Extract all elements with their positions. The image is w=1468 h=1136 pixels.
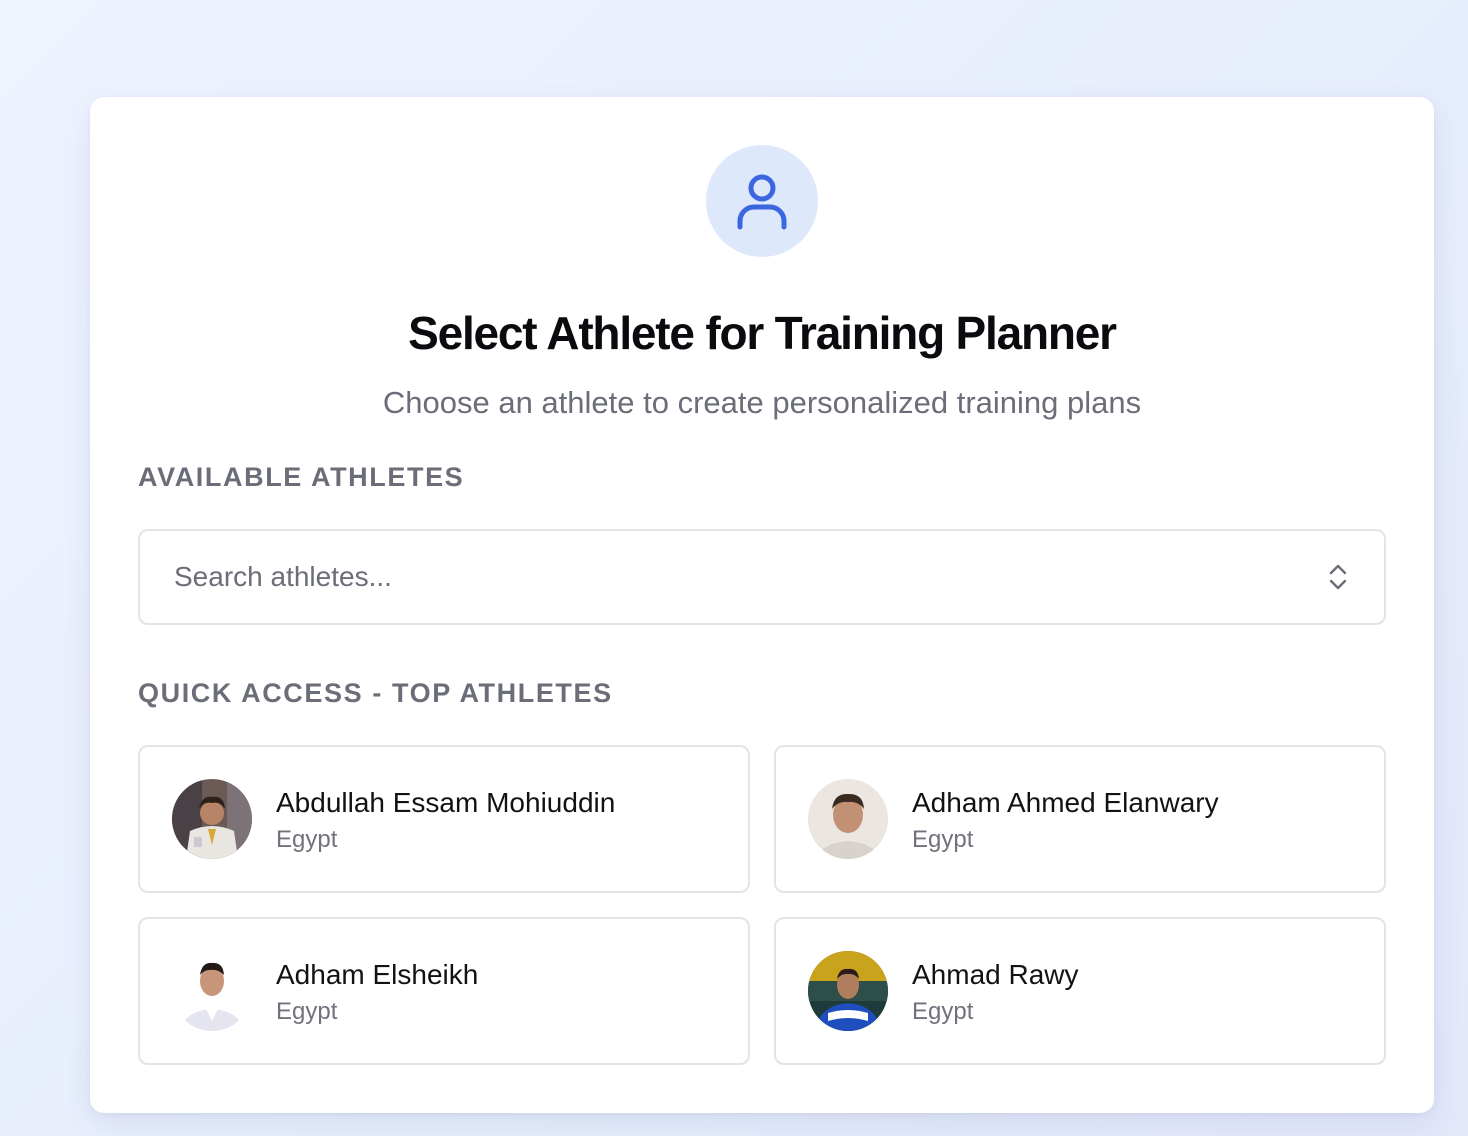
available-athletes-label: AVAILABLE ATHLETES — [138, 462, 465, 492]
athlete-card[interactable]: Adham Ahmed Elanwary Egypt — [774, 745, 1386, 893]
page-subtitle: Choose an athlete to create personalized… — [382, 385, 1142, 420]
athlete-card[interactable]: Abdullah Essam Mohiuddin Egypt — [138, 745, 750, 893]
avatar — [172, 779, 252, 859]
athlete-name: Abdullah Essam Mohiuddin — [276, 787, 616, 818]
athlete-card[interactable]: Adham Elsheikh Egypt — [138, 917, 750, 1065]
athlete-country: Egypt — [912, 998, 974, 1025]
avatar — [808, 951, 888, 1031]
athlete-country: Egypt — [276, 998, 338, 1025]
athlete-country: Egypt — [912, 826, 974, 853]
avatar — [172, 951, 252, 1031]
athlete-name: Ahmad Rawy — [912, 959, 1079, 990]
athlete-name: Adham Ahmed Elanwary — [912, 787, 1219, 818]
page-title: Select Athlete for Training Planner — [408, 307, 1117, 359]
athlete-country: Egypt — [276, 826, 338, 853]
quick-access-label: QUICK ACCESS - TOP ATHLETES — [138, 678, 613, 708]
user-icon — [706, 145, 818, 257]
chevron-up-down-icon[interactable] — [1326, 561, 1350, 593]
athlete-card[interactable]: Ahmad Rawy Egypt — [774, 917, 1386, 1065]
avatar — [808, 779, 888, 859]
athlete-selection-card: Select Athlete for Training Planner Choo… — [90, 97, 1434, 1113]
athlete-name: Adham Elsheikh — [276, 959, 479, 990]
athlete-search-combobox[interactable]: Search athletes... — [138, 529, 1386, 625]
search-placeholder[interactable]: Search athletes... — [174, 561, 1326, 593]
